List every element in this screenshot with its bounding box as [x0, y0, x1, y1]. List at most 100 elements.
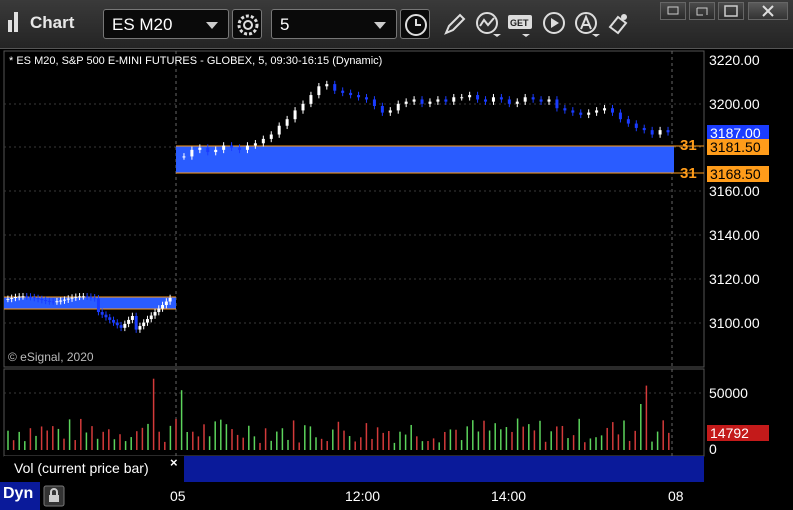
close-button[interactable]	[748, 2, 788, 20]
candle-body	[62, 299, 66, 301]
candle-body	[658, 130, 662, 135]
candle-body	[55, 301, 59, 303]
candle-body	[70, 297, 74, 299]
candle-body	[349, 92, 353, 96]
candle-body	[277, 125, 281, 135]
candle-body	[47, 300, 51, 302]
candle-body	[127, 319, 131, 324]
maximize-button[interactable]	[718, 2, 744, 20]
close-icon[interactable]: ×	[170, 455, 178, 470]
candle-body	[468, 95, 472, 98]
current-volume-label: 14792	[707, 425, 769, 441]
candle-body	[40, 299, 44, 301]
volume-panel-label: Vol (current price bar)	[4, 456, 184, 480]
candle-body	[364, 97, 368, 100]
get-data-icon[interactable]: GET	[506, 9, 536, 39]
candle-body	[6, 298, 10, 300]
candle-body	[59, 300, 63, 302]
candle-body	[325, 84, 329, 87]
dynamic-mode-button[interactable]: Dyn	[3, 485, 33, 503]
candle-body	[142, 322, 146, 327]
candle-body	[285, 119, 289, 126]
candle-body	[420, 99, 424, 104]
candle-body	[25, 296, 29, 298]
maximize-icon	[724, 5, 738, 17]
lower-level-tag: 31	[680, 165, 697, 182]
candle-body	[666, 130, 670, 133]
candle-body	[507, 99, 511, 104]
candle-body	[182, 156, 186, 158]
candle-body	[32, 297, 36, 299]
candle-body	[214, 149, 218, 153]
rollup-icon	[667, 6, 679, 15]
copyright-label: © eSignal, 2020	[8, 350, 94, 364]
symbol-value: ES M20	[112, 15, 173, 34]
symbol-combo[interactable]: ES M20	[103, 9, 229, 39]
candle-body	[130, 315, 134, 320]
candle-body	[238, 147, 242, 150]
upper-level-label: 3181.50	[707, 139, 769, 155]
candle-body	[547, 99, 551, 102]
candle-body	[618, 112, 622, 120]
candle-body	[396, 103, 400, 111]
candle-body	[484, 99, 488, 102]
restore-icon	[696, 7, 708, 16]
price-tick: 3220.00	[709, 52, 760, 68]
candle-body	[93, 297, 97, 299]
restore-button[interactable]	[689, 2, 715, 20]
time-button[interactable]	[400, 9, 430, 39]
candle-body	[452, 97, 456, 102]
candle-body	[190, 149, 194, 157]
title-bar: Chart ES M20 5 GET	[0, 0, 793, 49]
chevron-down-icon	[206, 22, 218, 29]
price-tick: 3160.00	[709, 183, 760, 199]
candle-body	[579, 112, 583, 115]
candle-body	[404, 101, 408, 104]
candle-body	[44, 300, 48, 302]
candle-body	[134, 315, 138, 330]
interval-value: 5	[280, 15, 290, 34]
candle-body	[634, 123, 638, 128]
candle-body	[168, 298, 172, 302]
candle-body	[145, 319, 149, 323]
previous-session-band	[4, 297, 176, 309]
volume-tick: 0	[709, 441, 717, 457]
link-icon[interactable]	[604, 9, 634, 39]
candle-body	[66, 298, 70, 300]
rollup-button[interactable]	[660, 2, 686, 20]
candle-body	[108, 317, 112, 320]
settings-button[interactable]	[232, 9, 262, 39]
interval-combo[interactable]: 5	[271, 9, 397, 39]
candle-body	[153, 312, 157, 316]
volume-tick: 50000	[709, 385, 748, 401]
candle-body	[81, 296, 85, 298]
time-tick: 08	[668, 488, 684, 504]
volume-strip	[184, 456, 704, 482]
price-tick: 3200.00	[709, 96, 760, 112]
price-tick: 3100.00	[709, 315, 760, 331]
candle-body	[515, 101, 519, 104]
candle-body	[309, 95, 313, 104]
pencil-icon[interactable]	[440, 9, 470, 39]
study-icon[interactable]	[473, 9, 503, 39]
candle-body	[341, 90, 345, 93]
candle-body	[587, 112, 591, 115]
alert-icon[interactable]	[572, 9, 602, 39]
candle-body	[123, 323, 127, 328]
play-icon[interactable]	[540, 9, 570, 39]
candle-body	[261, 138, 265, 144]
candle-body	[476, 95, 480, 100]
chart-window: Chart ES M20 5 GET * ES M20, S&P 500 E-M…	[0, 0, 793, 510]
candle-body	[74, 296, 78, 298]
candle-body	[115, 322, 119, 326]
chart-canvas[interactable]	[0, 49, 793, 510]
candle-body	[100, 312, 104, 315]
svg-text:GET: GET	[510, 18, 529, 28]
chevron-down-icon	[374, 22, 386, 29]
candle-body	[51, 301, 55, 303]
candle-body	[222, 145, 226, 150]
lower-level-label: 3168.50	[707, 166, 769, 182]
candle-body	[119, 325, 123, 328]
candle-body	[157, 308, 161, 313]
chart-logo-icon	[8, 12, 24, 32]
